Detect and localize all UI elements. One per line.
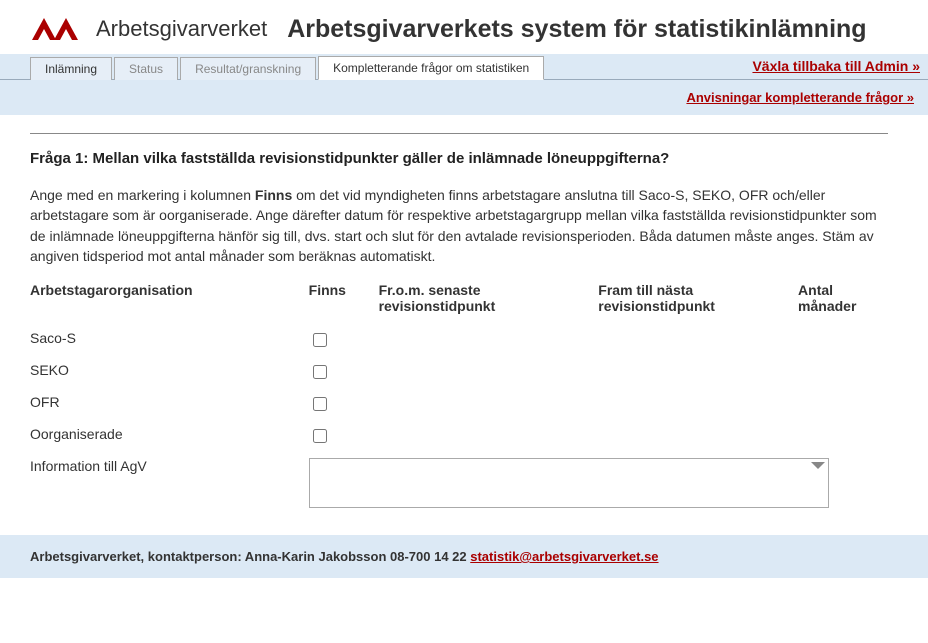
tab-status[interactable]: Status: [114, 57, 178, 80]
brand-logo: Arbetsgivarverket: [30, 12, 267, 46]
footer-text: Arbetsgivarverket, kontaktperson: Anna-K…: [30, 549, 470, 564]
col-header-antal: Antal månader: [798, 276, 888, 324]
question-title: Fråga 1: Mellan vilka fastställda revisi…: [30, 150, 888, 167]
col-header-org: Arbetstagarorganisation: [30, 276, 309, 324]
col-header-from: Fr.o.m. senaste revisionstidpunkt: [379, 276, 599, 324]
subheader: Anvisningar kompletterande frågor »: [0, 80, 928, 115]
intro-text-before: Ange med en markering i kolumnen: [30, 187, 255, 203]
table-row: Saco-S: [30, 324, 888, 356]
finns-checkbox-saco-s[interactable]: [313, 333, 327, 347]
finns-checkbox-ofr[interactable]: [313, 397, 327, 411]
logo-icon: [30, 12, 90, 46]
tab-resultat[interactable]: Resultat/granskning: [180, 57, 316, 80]
org-name: OFR: [30, 388, 309, 420]
instructions-link[interactable]: Anvisningar kompletterande frågor »: [686, 90, 914, 105]
info-label: Information till AgV: [30, 452, 309, 517]
org-name: Oorganiserade: [30, 420, 309, 452]
brand-name: Arbetsgivarverket: [96, 16, 267, 42]
admin-switch-link[interactable]: Växla tillbaka till Admin »: [752, 58, 920, 74]
org-name: Saco-S: [30, 324, 309, 356]
table-row: SEKO: [30, 356, 888, 388]
organisations-table: Arbetstagarorganisation Finns Fr.o.m. se…: [30, 276, 888, 517]
divider: [30, 133, 888, 134]
footer-email-link[interactable]: statistik@arbetsgivarverket.se: [470, 549, 658, 564]
content-scroll-area[interactable]: Fråga 1: Mellan vilka fastställda revisi…: [30, 115, 898, 535]
info-textarea[interactable]: [309, 458, 829, 508]
col-header-till: Fram till nästa revisionstidpunkt: [598, 276, 798, 324]
intro-text-bold: Finns: [255, 187, 292, 203]
tab-inlamning[interactable]: Inlämning: [30, 57, 112, 80]
question-intro: Ange med en markering i kolumnen Finns o…: [30, 185, 888, 266]
table-row: OFR: [30, 388, 888, 420]
finns-checkbox-seko[interactable]: [313, 365, 327, 379]
finns-checkbox-oorganiserade[interactable]: [313, 429, 327, 443]
page-title: Arbetsgivarverkets system för statistiki…: [287, 15, 866, 44]
tab-kompletterande[interactable]: Kompletterande frågor om statistiken: [318, 56, 544, 80]
footer: Arbetsgivarverket, kontaktperson: Anna-K…: [0, 535, 928, 578]
info-row: Information till AgV: [30, 452, 888, 517]
org-name: SEKO: [30, 356, 309, 388]
col-header-finns: Finns: [309, 276, 379, 324]
tab-bar: Inlämning Status Resultat/granskning Kom…: [0, 54, 928, 80]
table-row: Oorganiserade: [30, 420, 888, 452]
